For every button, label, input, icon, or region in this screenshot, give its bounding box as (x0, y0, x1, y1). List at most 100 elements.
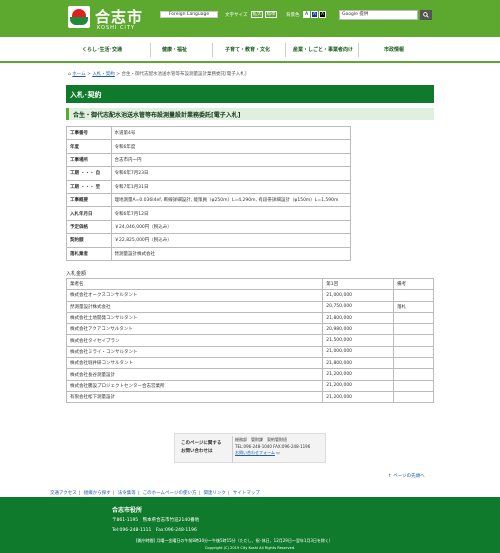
footer-link-organization[interactable]: 組織から探す (84, 491, 111, 496)
footer-address: 〒861-1195 熊本県合志市竹迫2140番地 (112, 518, 200, 523)
bidder-name: 株式会社長谷測量設計 (65, 368, 324, 381)
bid-amount-label: 入札金額 (66, 271, 87, 277)
city-logo-icon[interactable] (68, 6, 90, 28)
text-size-large-button[interactable]: 拡大 (251, 11, 263, 18)
table-row: 株式会社ミライ・コンサルタント 21,000,000 (65, 345, 434, 359)
nav-item-living[interactable]: くらし･生活･交通 (82, 46, 122, 53)
site-logo-subtitle: KOSHI CITY (97, 25, 136, 31)
bidder-name: 株式会社騰設プロジェクトセンター合志営業所 (65, 379, 324, 392)
detail-value: ￥22,825,000円（税込み） (110, 233, 352, 248)
nav-item-health[interactable]: 健康・福祉 (162, 46, 187, 53)
footer-link-access[interactable]: 交通アクセス (50, 491, 77, 496)
breadcrumb-parent-link[interactable]: 入札・契約 (92, 72, 115, 77)
table-header-row: 業者名 第1回 備考 (65, 277, 434, 291)
bidder-name: 株式会社ミライ・コンサルタント (65, 345, 324, 359)
bid-note (393, 334, 434, 347)
text-size-standard-button[interactable]: 標準 (265, 11, 277, 18)
bidder-name: 株式会社土地開発コンサルタント (65, 311, 324, 325)
page-top-label: ページの先頭へ (393, 474, 425, 479)
bid-amount: 21,000,000 (322, 345, 395, 359)
contact-label-line: このページに関する (181, 441, 222, 446)
site-logo-text[interactable]: 合志市 (95, 6, 143, 27)
bid-note: 落札 (393, 300, 434, 313)
footer-link-regulations[interactable]: 法令集等 (118, 491, 136, 496)
search-button[interactable] (420, 10, 432, 20)
table-row: 有限会社松下測量設計 21,200,000 (65, 390, 434, 404)
nav-item-childcare[interactable]: 子育て・教育・文化 (225, 46, 270, 53)
detail-key: 予定価格 (66, 219, 112, 235)
detail-value: 令和7年1月31日 (110, 179, 352, 194)
text-size-label: 文字サイズ (225, 13, 248, 18)
bid-note (393, 311, 434, 325)
details-table: 工事番号 水道第4号 年度 令和6年度 工事場所 合志市内一円 工期 ・・・ 自令和6… (66, 125, 352, 261)
footer-copyright: Copyright (C) 2019 City Koshi All Rights… (204, 546, 296, 550)
footer-hours: [開庁時間] 月曜～金曜日の午前8時30分～午後5時15分（ただし、祝･休日、1… (136, 538, 333, 543)
bidder-name: 株式会社タイセイプラン (65, 334, 324, 347)
detail-key: 工期 ・・・ 自 (66, 166, 112, 181)
column-header: 第1回 (322, 277, 395, 291)
column-header: 業者名 (65, 277, 324, 291)
table-row: 株式会社タイセイプラン 21,500,000 (65, 334, 434, 347)
detail-key: 工事場所 (66, 152, 112, 168)
table-row: 株式会社堀井研コンサルタント 21,800,000 (65, 357, 434, 370)
bid-note (393, 345, 434, 359)
table-row: 工事番号 水道第4号 (66, 125, 352, 141)
table-row: 株式会社オークスコンサルタント 21,000,000 (65, 289, 434, 302)
contact-label-line: お問い合わせは (181, 449, 213, 454)
contact-info: 総務部 管財課 契約管財班 TEL:096-248-1040 FAX:096-2… (235, 437, 310, 457)
footer-links: 交通アクセス | 組織から探す | 法令集等 | このホームページの使い方 | 関連リン… (50, 491, 260, 496)
detail-key: 年度 (66, 139, 112, 154)
bg-blue-button[interactable]: A (311, 11, 318, 18)
detail-key: 契約額 (66, 233, 112, 248)
detail-key: 入札年月日 (66, 206, 112, 221)
table-row: 工期 ・・・ 自令和6年7月23日 (66, 166, 352, 181)
bid-amount: 21,000,000 (322, 289, 395, 302)
table-row: 予定価格 ￥24,046,000円（税込み） (66, 219, 352, 235)
bid-amount: 21,200,000 (322, 368, 395, 381)
breadcrumb-home-link[interactable]: ホーム (72, 72, 85, 77)
bid-amount: 20,980,000 (322, 323, 395, 336)
search-icon (423, 12, 429, 18)
bg-black-button[interactable]: A (319, 11, 326, 18)
bid-amount: 21,800,000 (322, 357, 395, 370)
footer-link-related[interactable]: 関連リンク (203, 491, 226, 496)
detail-value: 令和6年7月23日 (110, 166, 352, 181)
bg-white-button[interactable]: A (303, 11, 310, 18)
footer-link-sitemap[interactable]: サイトマップ (233, 491, 260, 496)
footer-city-hall: 合志市役所 (112, 507, 143, 514)
bid-note (393, 368, 434, 381)
table-row: 琵測量設計株式会社 20,750,000 落札 (65, 300, 434, 313)
page-top-link[interactable]: ↑ ページの先頭へ (388, 473, 425, 479)
foreign-language-button[interactable]: Foreign Language (160, 11, 218, 18)
bidder-name: 琵測量設計株式会社 (65, 300, 324, 313)
bidder-name: 株式会社オークスコンサルタント (65, 289, 324, 302)
nav-item-city-info[interactable]: 市政情報 (384, 46, 404, 53)
contact-form-link[interactable]: お問い合わせフォーム (235, 450, 275, 455)
detail-key: 落札業者 (66, 246, 112, 261)
bidder-name: 株式会社堀井研コンサルタント (65, 357, 324, 370)
home-icon: ⌂ (68, 72, 71, 77)
footer-tel: Tel:096-248-1111 Fax:096-248-1196 (112, 528, 197, 533)
contact-box: このページに関する お問い合わせは 総務部 管財課 契約管財班 TEL:096-… (174, 433, 326, 463)
bid-note (393, 379, 434, 392)
section-title: 入札･契約 (66, 85, 434, 103)
bidder-name: 有限会社松下測量設計 (65, 390, 324, 404)
detail-value: ￥24,046,000円（税込み） (110, 219, 352, 235)
detail-key: 工事概要 (66, 192, 112, 208)
detail-value: 合志市内一円 (110, 152, 352, 168)
bid-amount: 20,750,000 (322, 300, 395, 313)
table-row: 株式会社アクアコンサルタント 20,980,000 (65, 323, 434, 336)
table-row: 株式会社土地開発コンサルタント 21,800,000 (65, 311, 434, 325)
nav-item-industry[interactable]: 産業・しごと・事業者向け (293, 46, 353, 53)
page-title: 合生・御代志配水池送水管等布設測量設計業務委託[電子入札] (66, 108, 434, 120)
table-row: 入札年月日 令和6年7月12日 (66, 206, 352, 221)
bid-note (393, 390, 434, 404)
bg-color-label: 背景色 (286, 13, 300, 18)
table-row: 落札業者 琵測量設計株式会社 (66, 246, 352, 261)
site-header: 合志市 KOSHI CITY Foreign Language 文字サイズ 拡大… (0, 0, 500, 37)
bidder-name: 株式会社アクアコンサルタント (65, 323, 324, 336)
footer-link-howto[interactable]: このホームページの使い方 (143, 491, 197, 496)
bid-table: 業者名 第1回 備考 株式会社オークスコンサルタント 21,000,000 琵測量… (65, 277, 434, 404)
search-input[interactable]: Google 提供 (339, 10, 418, 20)
bid-note (393, 323, 434, 336)
